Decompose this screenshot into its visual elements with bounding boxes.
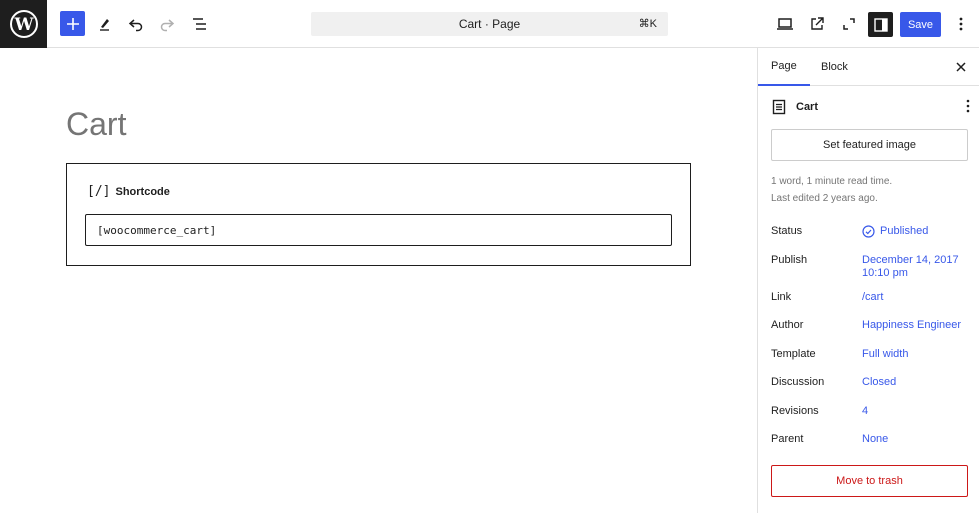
- author-value[interactable]: Happiness Engineer: [862, 319, 961, 332]
- document-overview-button[interactable]: [187, 11, 213, 37]
- editor-canvas: Cart [/] Shortcode [woocommerce_cart]: [0, 48, 757, 513]
- preview-button[interactable]: [772, 11, 798, 37]
- more-vertical-icon: [966, 99, 970, 113]
- page-title[interactable]: Cart: [66, 106, 126, 143]
- page-icon: [772, 99, 786, 115]
- more-vertical-icon: [959, 17, 963, 31]
- shortcode-block[interactable]: [/] Shortcode [woocommerce_cart]: [66, 163, 691, 266]
- link-value[interactable]: /cart: [862, 291, 883, 304]
- undo-icon: [128, 19, 143, 32]
- save-button[interactable]: Save: [900, 12, 941, 37]
- check-circle-icon: [862, 225, 875, 238]
- row-label: Parent: [771, 433, 804, 445]
- wordpress-logo-icon[interactable]: W: [0, 0, 47, 48]
- tab-block[interactable]: Block: [808, 48, 861, 86]
- plus-icon: [66, 17, 79, 30]
- redo-button[interactable]: [154, 11, 180, 37]
- set-featured-image-button[interactable]: Set featured image: [771, 129, 968, 161]
- row-label: Author: [771, 319, 804, 331]
- shortcut-hint: ⌘K: [638, 18, 657, 30]
- row-label: Revisions: [771, 405, 819, 417]
- svg-text:W: W: [13, 15, 34, 35]
- template-value[interactable]: Full width: [862, 348, 908, 361]
- shortcode-block-title: Shortcode: [115, 185, 170, 198]
- list-view-icon: [193, 18, 206, 30]
- tab-page[interactable]: Page: [758, 48, 810, 86]
- document-name: Cart: [796, 101, 819, 113]
- close-icon: [956, 62, 966, 72]
- editor-header: W Cart · Page ⌘K Save: [0, 0, 979, 48]
- close-sidebar-button[interactable]: [952, 58, 970, 76]
- undo-button[interactable]: [123, 11, 149, 37]
- document-summary: Cart: [771, 98, 971, 116]
- status-value[interactable]: Published: [862, 225, 928, 238]
- move-to-trash-button[interactable]: Move to trash: [771, 465, 968, 497]
- publish-date-value[interactable]: December 14, 2017 10:10 pm: [862, 254, 967, 280]
- sidebar-tabs: Page Block: [758, 48, 979, 86]
- settings-toggle-button[interactable]: [868, 12, 893, 37]
- shortcode-block-label: [/] Shortcode: [87, 184, 170, 199]
- add-block-button[interactable]: [60, 11, 85, 36]
- command-palette-button[interactable]: Cart · Page ⌘K: [311, 12, 668, 36]
- row-label: Discussion: [771, 376, 825, 388]
- shortcode-input[interactable]: [woocommerce_cart]: [85, 214, 672, 246]
- desktop-icon: [777, 18, 793, 30]
- fullscreen-button[interactable]: [836, 11, 862, 37]
- last-edited: Last edited 2 years ago.: [771, 193, 878, 204]
- document-actions-button[interactable]: [965, 98, 971, 117]
- document-title: Cart · Page: [458, 17, 521, 31]
- options-button[interactable]: [948, 11, 974, 37]
- external-link-icon: [811, 17, 824, 30]
- shortcode-icon: [/]: [87, 184, 111, 199]
- status-text: Published: [880, 225, 929, 237]
- parent-value[interactable]: None: [862, 433, 888, 446]
- row-label: Status: [771, 225, 803, 237]
- pen-icon: [100, 19, 109, 31]
- fullscreen-icon: [843, 18, 855, 30]
- sidebar-icon: [873, 17, 888, 32]
- row-label: Publish: [771, 254, 808, 266]
- tools-button[interactable]: [92, 11, 118, 37]
- row-label: Link: [771, 291, 792, 303]
- read-time: 1 word, 1 minute read time.: [771, 176, 893, 187]
- discussion-value[interactable]: Closed: [862, 376, 896, 389]
- revisions-value[interactable]: 4: [862, 405, 868, 418]
- redo-icon: [160, 19, 175, 32]
- row-label: Template: [771, 348, 816, 360]
- view-page-button[interactable]: [804, 11, 830, 37]
- settings-sidebar: Page Block Cart Set featured image 1 wor…: [757, 48, 979, 513]
